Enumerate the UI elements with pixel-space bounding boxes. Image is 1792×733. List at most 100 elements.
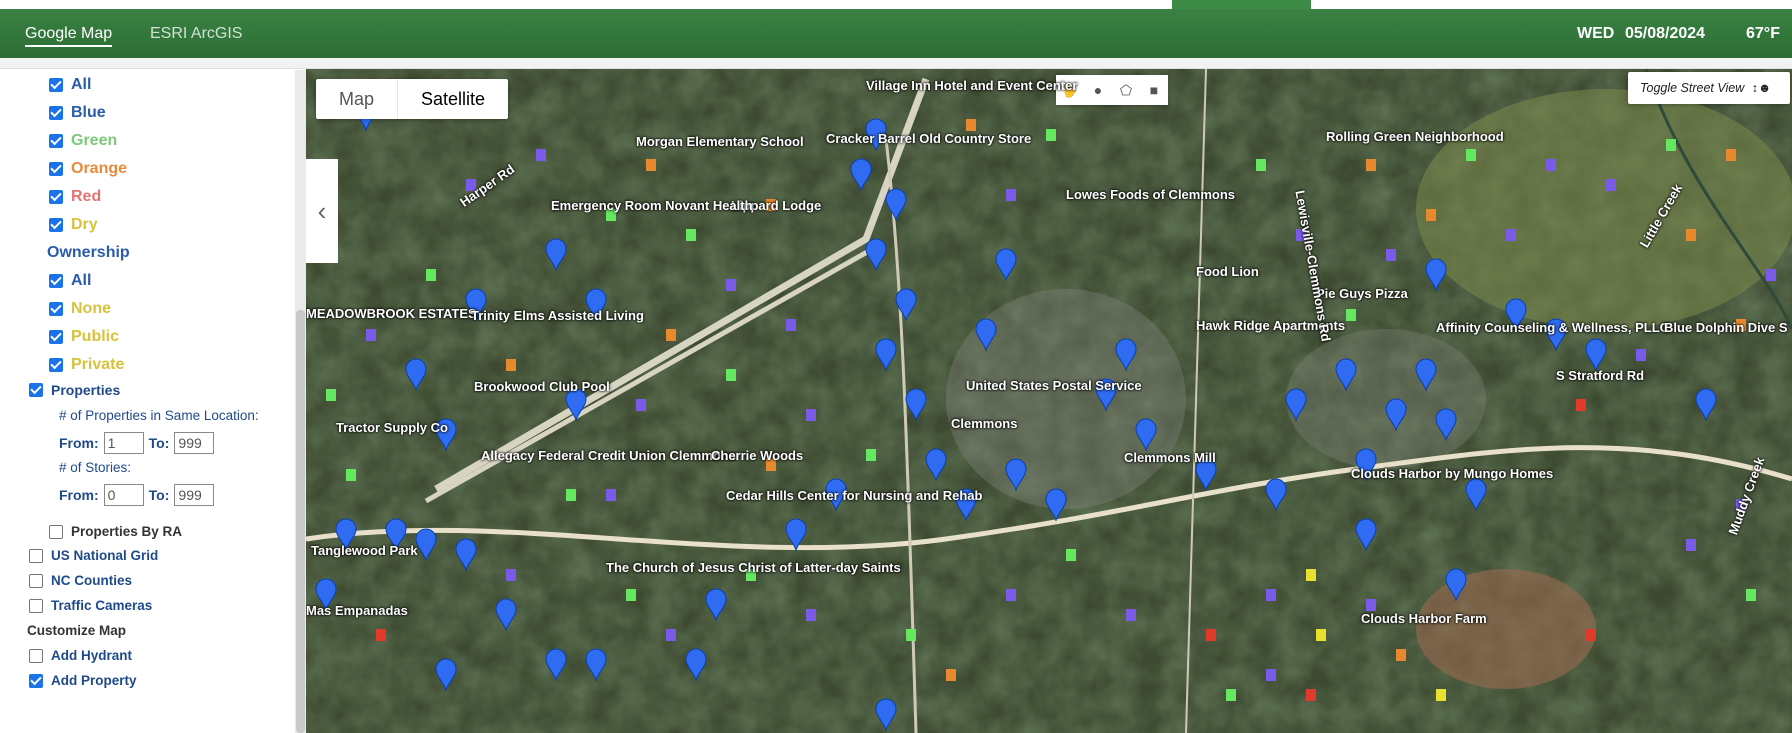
add-hydrant-row[interactable]: Add Hydrant xyxy=(29,648,132,663)
map-label: Food Lion xyxy=(1196,264,1259,279)
us-national-grid-row[interactable]: US National Grid xyxy=(29,548,158,563)
top-strip-tab xyxy=(1172,0,1311,9)
us-national-grid-label: US National Grid xyxy=(51,548,159,563)
map-type-map-button[interactable]: Map xyxy=(316,79,397,119)
map-label: Clemmons xyxy=(951,416,1018,431)
map-label: Allegacy Federal Credit Union Clemmons xyxy=(481,448,737,463)
flow-blue-row[interactable]: Blue xyxy=(49,104,106,122)
nav-google-map[interactable]: Google Map xyxy=(25,9,113,58)
flow-orange-label: Orange xyxy=(71,160,128,177)
app-header: Google Map ESRI ArcGIS WED 05/08/2024 67… xyxy=(0,9,1792,58)
flow-green-row[interactable]: Green xyxy=(49,132,117,150)
header-day: WED xyxy=(1577,25,1615,42)
flow-dry-label: Dry xyxy=(71,216,98,233)
properties-checkbox[interactable] xyxy=(29,383,43,397)
map-label: S Stratford Rd xyxy=(1556,368,1645,383)
ownership-all-checkbox[interactable] xyxy=(49,274,63,288)
stories-to-input[interactable] xyxy=(174,484,215,506)
flow-blue-checkbox[interactable] xyxy=(49,106,63,120)
add-hydrant-label: Add Hydrant xyxy=(51,648,132,663)
ownership-public-row[interactable]: Public xyxy=(49,328,119,346)
ownership-public-label: Public xyxy=(71,328,120,345)
map-label: Cracker Barrel Old Country Store xyxy=(826,131,1032,146)
nav-esri-arcgis[interactable]: ESRI ArcGIS xyxy=(150,9,242,58)
polygon-icon[interactable]: ⬠ xyxy=(1112,75,1140,105)
flow-dry-checkbox[interactable] xyxy=(49,218,63,232)
map-label: The Church of Jesus Christ of Latter-day… xyxy=(606,560,901,575)
layer-sidebar: All Blue Green Orange Red Dry Ownership … xyxy=(0,70,306,733)
rectangle-icon[interactable]: ■ xyxy=(1140,75,1168,105)
same-location-to-input[interactable] xyxy=(174,432,215,454)
stories-to-label: To: xyxy=(148,487,170,503)
flow-blue-label: Blue xyxy=(71,104,106,121)
same-location-label: # of Properties in Same Location: xyxy=(59,408,259,423)
top-strip xyxy=(0,0,1792,9)
ownership-none-row[interactable]: None xyxy=(49,300,111,318)
flow-all-row[interactable]: All xyxy=(49,76,91,94)
ownership-all-row[interactable]: All xyxy=(49,272,91,290)
ownership-private-row[interactable]: Private xyxy=(49,356,124,374)
flow-orange-checkbox[interactable] xyxy=(49,162,63,176)
traffic-cameras-row[interactable]: Traffic Cameras xyxy=(29,598,152,613)
map-label: Lowes Foods of Clemmons xyxy=(1066,187,1236,202)
add-property-row[interactable]: Add Property xyxy=(29,673,137,688)
nc-counties-row[interactable]: NC Counties xyxy=(29,573,132,588)
map-label: United States Postal Service xyxy=(966,378,1142,393)
flow-orange-row[interactable]: Orange xyxy=(49,160,127,178)
sidebar-scrollbar-thumb[interactable] xyxy=(296,310,305,733)
ownership-heading: Ownership xyxy=(47,244,130,261)
sidebar-scrollbar[interactable] xyxy=(295,70,306,733)
properties-row[interactable]: Properties xyxy=(29,382,120,398)
stories-from-input[interactable] xyxy=(103,484,144,506)
circle-icon[interactable]: ● xyxy=(1084,75,1112,105)
flow-red-row[interactable]: Red xyxy=(49,188,101,206)
ownership-public-checkbox[interactable] xyxy=(49,330,63,344)
map-view[interactable]: Map Satellite ‹ ✋ ● ⬠ ■ Toggle Street Vi… xyxy=(306,69,1792,733)
map-label: Village Inn Hotel and Event Center xyxy=(866,78,1078,93)
ownership-none-checkbox[interactable] xyxy=(49,302,63,316)
map-label: Emergency Room Novant Health xyxy=(551,198,753,213)
map-type-satellite-button[interactable]: Satellite xyxy=(397,79,508,119)
toggle-street-view-label: Toggle Street View xyxy=(1640,81,1745,95)
map-label: Clemmons Mill xyxy=(1124,450,1216,465)
traffic-cameras-checkbox[interactable] xyxy=(29,598,43,613)
flow-dry-row[interactable]: Dry xyxy=(49,216,98,234)
nc-counties-checkbox[interactable] xyxy=(29,573,43,588)
map-label: Tractor Supply Co xyxy=(336,420,448,435)
header-temperature: 67°F xyxy=(1746,25,1780,42)
map-label: Clouds Harbor Farm xyxy=(1361,611,1487,626)
flow-red-checkbox[interactable] xyxy=(49,190,63,204)
stories-label: # of Stories: xyxy=(59,460,132,475)
toggle-street-view-button[interactable]: Toggle Street View ↕☻ xyxy=(1628,72,1790,104)
nc-counties-label: NC Counties xyxy=(51,573,132,588)
header-date: 05/08/2024 xyxy=(1625,25,1706,42)
ownership-private-checkbox[interactable] xyxy=(49,358,63,372)
flow-green-checkbox[interactable] xyxy=(49,134,63,148)
stories-from-label: From: xyxy=(59,487,99,503)
satellite-imagery xyxy=(306,69,1792,733)
same-location-to-label: To: xyxy=(148,435,170,451)
map-type-control: Map Satellite xyxy=(316,79,509,119)
add-property-label: Add Property xyxy=(51,673,137,688)
flow-red-label: Red xyxy=(71,188,102,205)
customize-map-heading: Customize Map xyxy=(27,623,127,638)
stories-range: From: To: xyxy=(59,484,219,506)
map-label: Trinity Elms Assisted Living xyxy=(471,308,644,323)
flow-all-label: All xyxy=(71,76,92,93)
properties-label: Properties xyxy=(51,382,121,398)
map-label: Cedar Hills Center for Nursing and Rehab xyxy=(726,488,983,503)
us-national-grid-checkbox[interactable] xyxy=(29,548,43,563)
add-property-checkbox[interactable] xyxy=(29,673,43,688)
map-label: Brookwood Club Pool xyxy=(474,379,610,394)
same-location-range: From: To: xyxy=(59,432,219,454)
traffic-cameras-label: Traffic Cameras xyxy=(51,598,153,613)
properties-by-ra-row[interactable]: Properties By RA xyxy=(49,524,182,539)
same-location-from-input[interactable] xyxy=(103,432,144,454)
map-label: Clouds Harbor by Mungo Homes xyxy=(1351,466,1554,481)
properties-by-ra-checkbox[interactable] xyxy=(49,524,63,539)
map-label: MEADOWBROOK ESTATES xyxy=(306,306,477,321)
sidebar-collapse-button[interactable]: ‹ xyxy=(306,159,338,263)
add-hydrant-checkbox[interactable] xyxy=(29,648,43,663)
flow-all-checkbox[interactable] xyxy=(49,78,63,92)
ownership-none-label: None xyxy=(71,300,111,317)
